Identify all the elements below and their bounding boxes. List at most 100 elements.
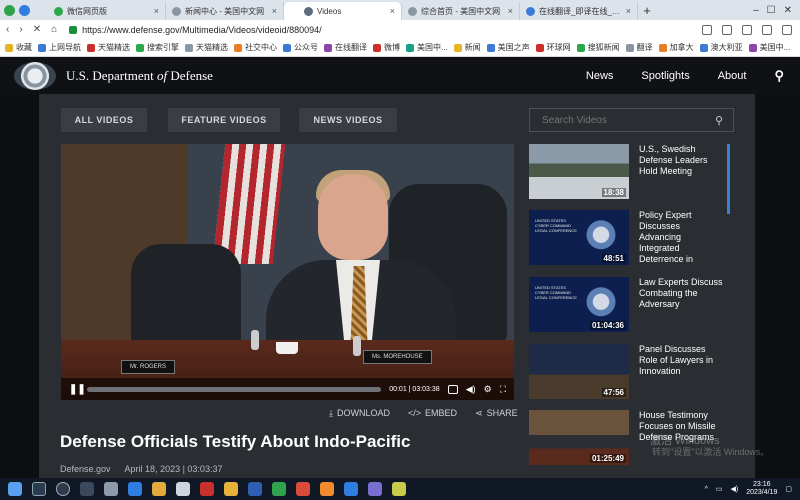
video-thumbnail[interactable]: 47:56 [529, 344, 629, 399]
bookmark-item[interactable]: 搜狐新闻 [576, 42, 620, 53]
nav-about[interactable]: About [718, 70, 747, 82]
app-icon[interactable] [296, 482, 310, 496]
fullscreen-icon[interactable]: ⛶ [500, 384, 506, 395]
bookmark-item[interactable]: 翻译 [625, 42, 653, 53]
collections-icon[interactable] [742, 24, 752, 35]
search-icon[interactable]: ⚲ [715, 114, 733, 127]
bookmark-item[interactable]: 环球网 [535, 42, 571, 53]
bookmark-item[interactable]: 加拿大 [658, 42, 694, 53]
back-icon[interactable]: ‹ [6, 24, 9, 35]
bookmark-favicon-icon [324, 43, 332, 52]
cortana-icon[interactable] [56, 482, 70, 496]
app-icon[interactable] [392, 482, 406, 496]
volume-tray-icon[interactable]: ◀) [731, 485, 739, 493]
share-link[interactable]: ⋖ SHARE [475, 408, 518, 419]
filter-feature-videos[interactable]: FEATURE VIDEOS [168, 108, 280, 132]
close-tab-icon[interactable]: × [508, 6, 513, 16]
bookmark-item[interactable]: 收藏 [5, 42, 32, 53]
word-icon[interactable] [248, 482, 262, 496]
start-icon[interactable] [8, 482, 22, 496]
bookmark-item[interactable]: 在线翻译 [324, 42, 367, 53]
browser-tab[interactable]: 新闻中心 - 美国中文网 × [166, 2, 284, 20]
browser-tab[interactable]: 在线翻译_即译在线_金山词霸× [520, 2, 638, 20]
video-thumbnail[interactable]: UNITED STATES CYBER COMMAND LEGAL CONFER… [529, 210, 629, 265]
edge-icon[interactable] [128, 482, 142, 496]
list-scrollbar[interactable] [727, 144, 730, 214]
video-thumbnail[interactable]: 01:25:49 [529, 410, 629, 465]
nav-spotlights[interactable]: Spotlights [641, 70, 689, 82]
wps-icon[interactable] [200, 482, 214, 496]
embed-link[interactable]: </> EMBED [408, 408, 457, 419]
file-explorer-icon[interactable] [152, 482, 166, 496]
browser-tab-active[interactable]: Videos × [284, 2, 402, 20]
downloads-icon[interactable] [762, 24, 772, 35]
dod-seal-logo[interactable] [14, 61, 56, 90]
video-player[interactable]: Mr. ROGERS Ms. MOREHOUSE ❚❚ 00:01 | 03:0… [61, 144, 514, 400]
bookmark-item[interactable]: 美国之声 [486, 42, 530, 53]
settings-icon[interactable]: ⚙ [484, 384, 492, 395]
app-icon[interactable] [368, 482, 382, 496]
app-icon[interactable] [224, 482, 238, 496]
video-thumbnail[interactable]: UNITED STATES CYBER COMMAND LEGAL CONFER… [529, 277, 629, 332]
filter-all-videos[interactable]: ALL VIDEOS [61, 108, 147, 132]
app-icon[interactable] [176, 482, 190, 496]
home-icon[interactable]: ⌂ [51, 24, 57, 35]
app-icon[interactable] [104, 482, 118, 496]
task-view-icon[interactable] [80, 482, 94, 496]
clock[interactable]: 23:16 2023/4/19 [746, 481, 777, 497]
department-name[interactable]: U.S. Department of Defense [66, 68, 213, 84]
forward-icon[interactable]: › [19, 24, 22, 35]
notification-icon[interactable]: ▢ [785, 485, 792, 493]
browser-tab[interactable]: 综合首页 - 美国中文网 × [402, 2, 520, 20]
related-video-item[interactable]: UNITED STATES CYBER COMMAND LEGAL CONFER… [529, 277, 724, 335]
download-link[interactable]: ⤓ DOWNLOAD [329, 408, 390, 419]
favorites-icon[interactable] [722, 24, 732, 35]
close-tab-icon[interactable]: × [154, 6, 159, 16]
extensions-icon[interactable] [702, 24, 712, 35]
volume-icon[interactable]: ◀) [466, 384, 476, 395]
filter-news-videos[interactable]: NEWS VIDEOS [299, 108, 397, 132]
bookmark-item[interactable]: 天猫精选 [87, 42, 130, 53]
close-tab-icon[interactable]: × [272, 6, 277, 16]
bookmark-item[interactable]: 公众号 [283, 42, 318, 53]
related-video-item[interactable]: 18:38 U.S., Swedish Defense Leaders Hold… [529, 144, 724, 202]
pause-icon[interactable]: ❚❚ [69, 384, 86, 395]
menu-icon[interactable] [782, 24, 792, 35]
bookmark-item[interactable]: 搜索引擎 [136, 42, 179, 53]
search-icon[interactable] [32, 482, 46, 496]
related-video-item[interactable]: UNITED STATES CYBER COMMAND LEGAL CONFER… [529, 210, 724, 268]
close-tab-icon[interactable]: × [626, 6, 631, 16]
tray-chevron-icon[interactable]: ^ [705, 486, 708, 493]
network-icon[interactable]: ▭ [716, 485, 723, 493]
app-icon[interactable] [344, 482, 358, 496]
bookmark-item[interactable]: 上网导航 [38, 42, 81, 53]
search-icon[interactable]: ⚲ [774, 68, 784, 84]
bookmark-item[interactable]: 微博 [373, 42, 400, 53]
bookmark-item[interactable]: 美国中... [748, 42, 790, 53]
progress-bar[interactable] [87, 386, 382, 392]
browser-logo-icon[interactable] [4, 4, 15, 16]
related-video-item[interactable]: 47:56 Panel Discusses Role of Lawyers in… [529, 344, 724, 402]
url-field[interactable]: https://www.defense.gov/Multimedia/Video… [65, 22, 535, 37]
bookmark-favicon-icon [234, 43, 242, 52]
bookmark-item[interactable]: 新闻 [453, 42, 481, 53]
video-search-input[interactable] [542, 114, 715, 126]
bookmark-item[interactable]: 美国中... [406, 42, 448, 53]
stop-icon[interactable]: ✕ [33, 24, 41, 35]
bookmark-favicon-icon [38, 43, 46, 52]
bookmark-item[interactable]: 澳大利亚 [699, 42, 743, 53]
video-thumbnail[interactable]: 18:38 [529, 144, 629, 199]
firefox-icon[interactable] [320, 482, 334, 496]
minimize-icon[interactable]: – [753, 5, 759, 16]
new-tab-button[interactable]: + [638, 2, 656, 20]
sidebar-toggle-icon[interactable] [19, 4, 30, 16]
browser-taskbar-icon[interactable] [272, 482, 286, 496]
nav-news[interactable]: News [586, 70, 614, 82]
close-tab-icon[interactable]: × [390, 6, 395, 16]
close-window-icon[interactable]: ✕ [784, 5, 792, 16]
captions-icon[interactable] [447, 384, 458, 394]
bookmark-item[interactable]: 天猫精选 [185, 42, 228, 53]
browser-tab[interactable]: 微信网页版 × [48, 2, 166, 20]
bookmark-item[interactable]: 社交中心 [234, 42, 277, 53]
maximize-icon[interactable]: ☐ [767, 5, 776, 16]
